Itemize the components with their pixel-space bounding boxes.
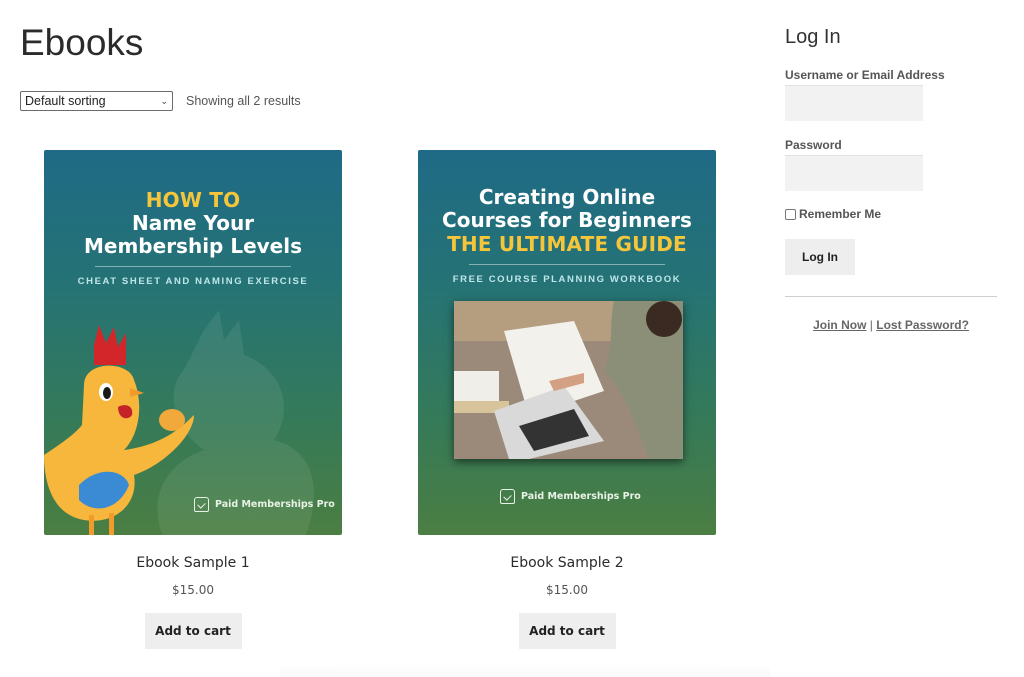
cover-divider [95,266,291,267]
sort-select[interactable]: Default sorting ⌄ [20,91,173,111]
product-cover-image[interactable]: HOW TO Name Your Membership Levels CHEAT… [44,150,342,535]
password-input[interactable] [785,155,923,191]
cover-kicker: THE ULTIMATE GUIDE [447,232,687,256]
result-count: Showing all 2 results [186,94,301,108]
remember-me-label: Remember Me [799,207,882,221]
remember-me-row[interactable]: Remember Me [785,207,881,221]
login-divider [785,296,997,297]
cover-kicker: HOW TO [145,188,241,212]
login-button[interactable]: Log In [785,239,855,275]
product-card: HOW TO Name Your Membership Levels CHEAT… [44,150,342,649]
pmpro-logo-icon [194,497,209,512]
lost-password-link[interactable]: Lost Password? [876,318,969,332]
username-label: Username or Email Address [785,68,945,82]
cover-headline-line: Name Your [131,211,255,235]
bottom-shadow [280,662,770,677]
cover-brand: Paid Memberships Pro [500,489,641,504]
cover-brand-text: Paid Memberships Pro [521,491,641,502]
page-title: Ebooks [20,22,144,63]
sort-select-value: Default sorting [25,94,106,108]
link-separator: | [869,318,873,332]
cover-title-block: Creating Online Courses for Beginners TH… [418,185,716,286]
product-name[interactable]: Ebook Sample 2 [418,555,716,571]
product-price: $15.00 [172,583,214,597]
cover-brand: Paid Memberships Pro [194,497,335,512]
rooster-illustration [44,325,194,535]
cover-title-block: HOW TO Name Your Membership Levels CHEAT… [44,188,342,287]
password-label: Password [785,138,842,152]
cover-brand-text: Paid Memberships Pro [215,499,335,510]
chevron-down-icon: ⌄ [160,95,168,106]
product-name[interactable]: Ebook Sample 1 [44,555,342,571]
cover-photo [454,301,683,459]
cover-headline-line: Membership Levels [84,234,302,258]
cover-divider [469,264,665,265]
product-price: $15.00 [546,583,588,597]
woman-at-laptop-photo [454,301,683,459]
pmpro-logo-icon [500,489,515,504]
remember-me-checkbox[interactable] [785,208,796,220]
cover-subline: CHEAT SHEET AND NAMING EXERCISE [77,276,309,287]
product-card: Creating Online Courses for Beginners TH… [418,150,716,649]
product-cover-image[interactable]: Creating Online Courses for Beginners TH… [418,150,716,535]
username-input[interactable] [785,85,923,121]
login-links: Join Now | Lost Password? [785,318,997,332]
cover-subline: FREE COURSE PLANNING WORKBOOK [452,274,682,285]
cover-headline-line: Courses for Beginners [442,208,692,232]
join-now-link[interactable]: Join Now [813,318,866,332]
cover-headline-line: Creating Online [478,185,656,209]
login-title: Log In [785,26,841,48]
add-to-cart-button[interactable]: Add to cart [518,613,616,649]
add-to-cart-button[interactable]: Add to cart [144,613,242,649]
